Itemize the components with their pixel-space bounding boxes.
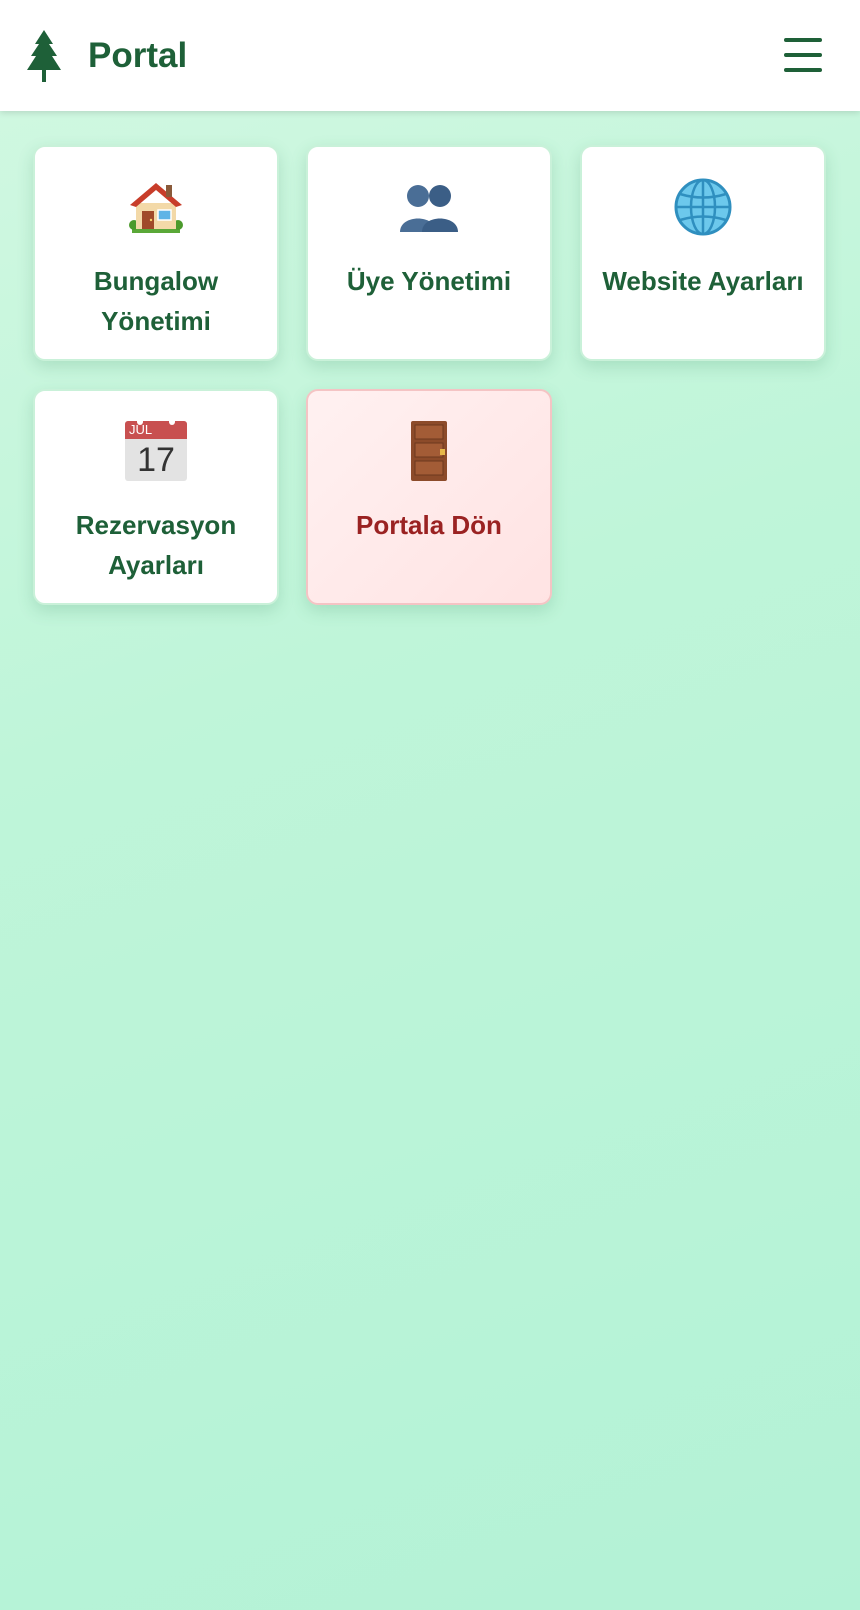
card-reservation-settings[interactable]: JUL 17 Rezervasyon Ayarları [33,389,279,605]
pine-tree-icon [27,30,61,82]
card-label: Portala Dön [356,510,502,540]
app-title[interactable]: Portal [88,34,187,78]
globe-icon [582,175,824,239]
card-label: Website Ayarları [602,266,804,296]
menu-button[interactable] [784,38,822,72]
card-label: Bungalow Yönetimi [93,266,219,336]
card-member-management[interactable]: Üye Yönetimi [306,145,552,361]
card-label: Üye Yönetimi [346,266,512,296]
card-back-to-portal[interactable]: Portala Dön [306,389,552,605]
calendar-icon: JUL 17 [35,417,277,483]
card-bungalow-management[interactable]: Bungalow Yönetimi [33,145,279,361]
top-bar: Portal [0,0,860,111]
calendar-day: 17 [137,441,175,479]
people-icon [308,175,550,239]
card-website-settings[interactable]: Website Ayarları [580,145,826,361]
door-icon [308,419,550,483]
house-icon [35,175,277,239]
card-label: Rezervasyon Ayarları [75,510,237,580]
hamburger-menu-icon [784,38,822,42]
